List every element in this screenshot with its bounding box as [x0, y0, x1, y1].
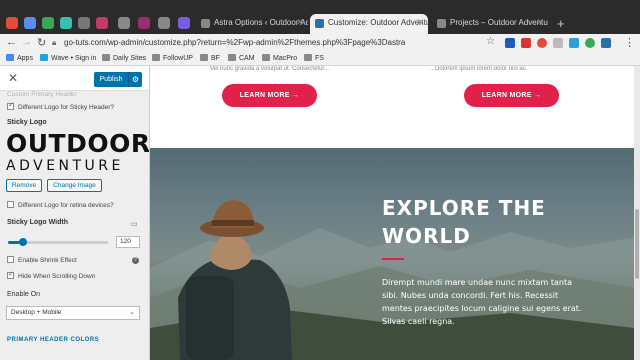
apps-icon [6, 54, 14, 61]
checkbox[interactable] [7, 201, 14, 208]
close-icon[interactable]: ✕ [8, 71, 18, 85]
tab-strip: Astra Options ‹ Outdoor Adve ✕ Customize… [0, 0, 640, 34]
enable-on-label: Enable On [7, 291, 41, 298]
sticky-logo-width-label: Sticky Logo Width [7, 219, 68, 226]
checkbox[interactable] [7, 270, 14, 279]
browser-toolbar: ← → ↻ 🔒︎ go-tuts.com/wp-admin/customize.… [0, 34, 640, 52]
url-text: go-tuts.com/wp-admin/customize.php?retur… [64, 38, 406, 47]
folder-icon [200, 54, 208, 61]
browser-window: Astra Options ‹ Outdoor Adve ✕ Customize… [0, 0, 640, 360]
hero-title: EXPLORE THE WORLD [382, 196, 546, 248]
folder-icon [304, 54, 312, 61]
bookmark-fs[interactable]: FS [304, 54, 324, 62]
bookmark-bf[interactable]: BF [200, 54, 220, 62]
customizer-header: ✕ Publish ⚙ [0, 66, 149, 91]
wordpress-icon [201, 19, 210, 28]
extension-icon[interactable] [601, 38, 611, 48]
customizer-panel: ✕ Publish ⚙ Custom Primary Header Differ… [0, 66, 150, 360]
sticky-logo-label: Sticky Logo [7, 119, 47, 126]
wordpress-icon [437, 19, 446, 28]
tab-label: Customize: Outdoor Adventure [328, 18, 428, 27]
extension-icon[interactable] [521, 38, 531, 48]
back-icon[interactable]: ← [6, 36, 17, 48]
enable-on-select[interactable]: Desktop + Mobile ⌄ [6, 306, 140, 320]
pinned-tab-icon[interactable] [6, 17, 18, 29]
pinned-tab-icon[interactable] [178, 17, 190, 29]
bookmark-star-icon[interactable]: ☆ [486, 36, 495, 47]
shrink-checkbox-row[interactable]: Enable Shrink Effect [7, 256, 77, 264]
folder-icon [102, 54, 110, 61]
folder-icon [228, 54, 236, 61]
bookmark-daily-sites[interactable]: Daily Sites [102, 54, 146, 62]
checkbox[interactable] [7, 101, 14, 110]
extension-icon[interactable] [537, 38, 547, 48]
bookmark-wave[interactable]: Wave • Sign in [40, 54, 96, 62]
sticky-logo-width-slider[interactable] [8, 238, 108, 246]
logo-preview-line2: ADVENTURE [6, 158, 124, 174]
extension-icon[interactable] [553, 38, 563, 48]
close-tab-icon[interactable]: ✕ [536, 17, 544, 28]
mountain-background [150, 200, 634, 360]
hero-body-text: Dirempt mundi mare undae nunc mixtam tan… [382, 278, 582, 326]
reload-icon[interactable]: ↻ [37, 36, 46, 49]
bookmark-cam[interactable]: CAM [228, 54, 255, 62]
pinned-tab-icon[interactable] [78, 17, 90, 29]
bookmark-followup[interactable]: FollowUP [152, 54, 193, 62]
bookmarks-bar: Apps Wave • Sign in Daily Sites FollowUP… [0, 52, 640, 66]
preview-snippet-right: ...Dolorem ipsum lorem dolor nisl ac. [430, 66, 528, 72]
pinned-tab-icon[interactable] [24, 17, 36, 29]
learn-more-button[interactable]: LEARN MORE → [464, 84, 559, 107]
monitor-icon[interactable]: ▭ [131, 220, 138, 228]
pinned-tab-icon[interactable] [158, 17, 170, 29]
new-tab-button[interactable]: + [557, 17, 565, 30]
address-bar[interactable]: 🔒︎ go-tuts.com/wp-admin/customize.php?re… [52, 36, 477, 50]
pinned-tab-icon[interactable] [60, 17, 72, 29]
primary-header-colors-section[interactable]: PRIMARY HEADER COLORS [7, 337, 99, 343]
checkbox[interactable] [7, 256, 14, 263]
retina-checkbox-row[interactable]: Different Logo for retina devices? [7, 201, 114, 209]
preview-snippet-left: Vel nunc gravida a volutpat ut. Consecte… [210, 66, 330, 72]
pinned-tab-icon[interactable] [138, 17, 150, 29]
folder-icon [152, 54, 160, 61]
extension-icon[interactable] [585, 38, 595, 48]
remove-button[interactable]: Remove [6, 179, 42, 192]
tab-projects[interactable]: Projects – Outdoor Adventure ✕ [432, 14, 548, 34]
scrollbar-thumb[interactable] [635, 209, 639, 279]
hero-accent-line [382, 258, 404, 260]
publish-button[interactable]: Publish [94, 72, 128, 87]
wordpress-icon [315, 19, 324, 28]
help-icon[interactable]: ? [132, 257, 139, 264]
menu-icon[interactable]: ⋮ [624, 36, 635, 49]
bookmark-macpro[interactable]: MacPro [262, 54, 297, 62]
bookmark-apps[interactable]: Apps [6, 54, 33, 62]
lock-icon: 🔒︎ [52, 38, 57, 47]
hide-scroll-checkbox-row[interactable]: Hide When Scrolling Down [7, 270, 95, 280]
tab-customize[interactable]: Customize: Outdoor Adventure ✕ [310, 14, 428, 34]
gear-icon[interactable]: ⚙ [128, 72, 142, 87]
forward-icon[interactable]: → [21, 36, 32, 48]
close-tab-icon[interactable]: ✕ [416, 17, 424, 28]
pinned-tab-icon[interactable] [42, 17, 54, 29]
sticky-logo-width-input[interactable]: 120 [116, 236, 140, 248]
tab-astra-options[interactable]: Astra Options ‹ Outdoor Adve ✕ [196, 14, 308, 34]
tab-label: Projects – Outdoor Adventure [450, 18, 548, 27]
wave-icon [40, 54, 48, 61]
extension-icon[interactable] [505, 38, 515, 48]
faded-option: Custom Primary Header [7, 91, 77, 98]
logo-preview-line1: OUTDOOR [6, 129, 150, 158]
change-image-button[interactable]: Change Image [47, 179, 102, 192]
sticky-logo-checkbox-row[interactable]: Different Logo for Sticky Header? [7, 101, 114, 111]
site-preview: Vel nunc gravida a volutpat ut. Consecte… [150, 66, 634, 360]
preview-scrollbar[interactable] [634, 66, 640, 360]
slider-handle[interactable] [19, 238, 27, 246]
extension-icon[interactable] [569, 38, 579, 48]
learn-more-button[interactable]: LEARN MORE → [222, 84, 317, 107]
pinned-tab-icon[interactable] [96, 17, 108, 29]
close-tab-icon[interactable]: ✕ [296, 17, 304, 28]
folder-icon [262, 54, 270, 61]
pinned-tab-icon[interactable] [118, 17, 130, 29]
hero-section: EXPLORE THE WORLD Dirempt mundi mare und… [150, 148, 634, 360]
tab-label: Astra Options ‹ Outdoor Adve [214, 18, 308, 27]
chevron-down-icon: ⌄ [129, 309, 135, 316]
